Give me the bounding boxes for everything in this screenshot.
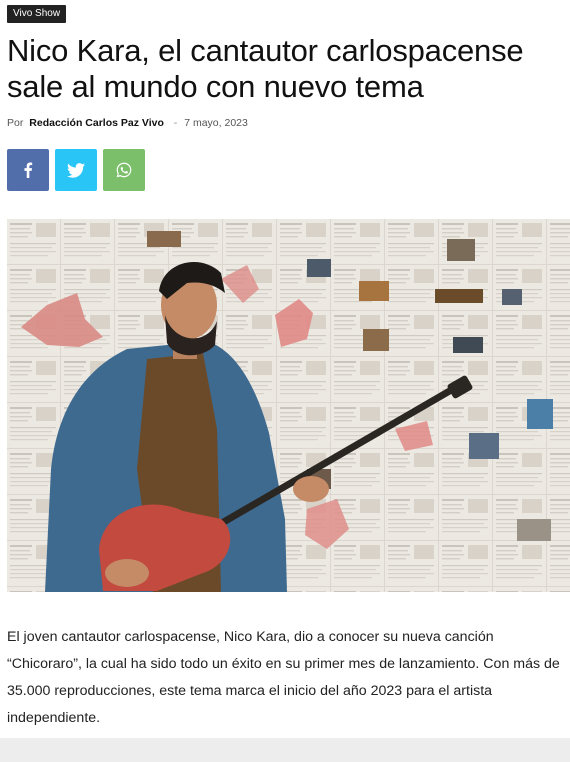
meta-separator: - [173,117,178,129]
hero-image [7,219,570,592]
article-meta: Por Redacción Carlos Paz Vivo - 7 mayo, … [7,117,248,129]
author-link[interactable]: Redacción Carlos Paz Vivo [29,117,164,129]
article-body: El joven cantautor carlospacense, Nico K… [7,629,560,726]
share-buttons [7,149,145,191]
twitter-icon [67,162,85,178]
whatsapp-share-button[interactable] [103,149,145,191]
hero-photo [7,219,570,592]
twitter-share-button[interactable] [55,149,97,191]
whatsapp-icon [116,162,132,178]
publish-date: 7 mayo, 2023 [184,117,248,129]
footer-band [0,738,570,762]
facebook-icon [24,162,33,178]
facebook-share-button[interactable] [7,149,49,191]
by-label: Por [7,117,24,129]
article-title: Nico Kara, el cantautor carlospacense sa… [7,33,524,104]
category-tag[interactable]: Vivo Show [7,5,67,23]
